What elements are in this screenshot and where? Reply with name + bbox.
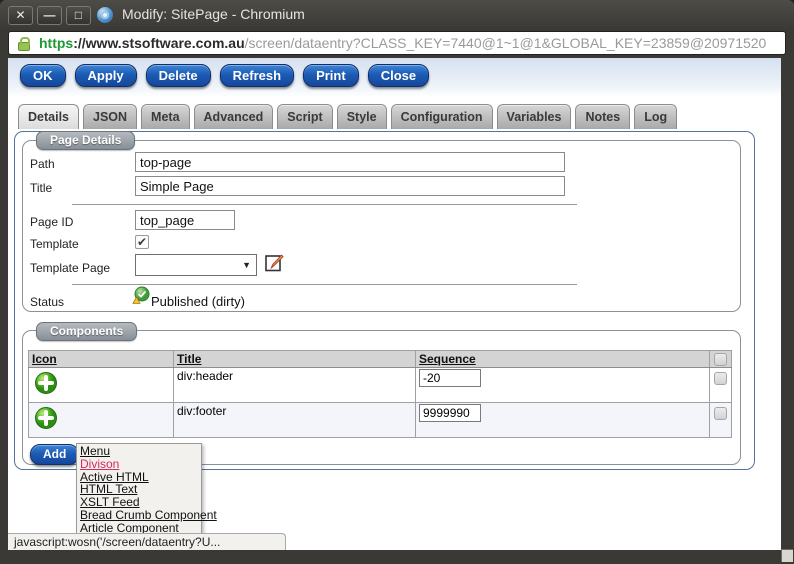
- ok-button[interactable]: OK: [20, 64, 66, 87]
- menu-item-bread-crumb-component[interactable]: Bread Crumb Component: [77, 509, 201, 522]
- table-row: div:footer: [29, 403, 732, 438]
- add-component-icon[interactable]: [34, 406, 170, 430]
- url-path: /screen/dataentry?CLASS_KEY=7440@1~1@1&G…: [245, 35, 767, 51]
- url-text: https://www.stsoftware.com.au/screen/dat…: [39, 35, 766, 51]
- titlebar: ✕ — □ Modify: SitePage - Chromium: [0, 0, 794, 30]
- window-title: Modify: SitePage - Chromium: [122, 6, 305, 22]
- close-button[interactable]: Close: [368, 64, 429, 87]
- sequence-input[interactable]: [419, 404, 481, 422]
- tab-script[interactable]: Script: [277, 104, 332, 129]
- add-button[interactable]: Add: [30, 444, 79, 465]
- sequence-column-header[interactable]: Sequence: [419, 352, 476, 366]
- template-page-select[interactable]: ▼: [135, 254, 257, 276]
- tab-json[interactable]: JSON: [83, 104, 137, 129]
- published-status-icon: [132, 286, 151, 305]
- path-input[interactable]: [135, 152, 565, 172]
- table-header-row: Icon Title Sequence: [29, 351, 732, 368]
- select-all-checkbox[interactable]: [714, 353, 727, 366]
- add-component-icon[interactable]: [34, 371, 170, 395]
- title-label: Title: [30, 181, 52, 195]
- add-dropdown-menu: Menu Divison Active HTML HTML Text XSLT …: [76, 443, 202, 538]
- page-id-input[interactable]: [135, 210, 235, 230]
- chromium-icon: [97, 7, 113, 23]
- window-minimize-button[interactable]: —: [37, 6, 62, 25]
- page-content: OK Apply Delete Refresh Print Close Deta…: [8, 58, 781, 550]
- menu-item-divison[interactable]: Divison: [77, 458, 201, 471]
- address-bar[interactable]: https://www.stsoftware.com.au/screen/dat…: [8, 31, 786, 55]
- title-column-header[interactable]: Title: [177, 352, 201, 366]
- tab-style[interactable]: Style: [337, 104, 387, 129]
- path-label: Path: [30, 157, 55, 171]
- tab-details[interactable]: Details: [18, 104, 79, 129]
- status-bar-link-preview: javascript:wosn('/screen/dataentry?U...: [8, 533, 286, 550]
- row-checkbox[interactable]: [714, 407, 727, 420]
- tab-bar: Details JSON Meta Advanced Script Style …: [18, 104, 677, 129]
- url-host: ://www.stsoftware.com.au: [73, 35, 244, 51]
- component-title: div:footer: [174, 403, 416, 438]
- tab-advanced[interactable]: Advanced: [194, 104, 274, 129]
- address-bar-row: https://www.stsoftware.com.au/screen/dat…: [0, 30, 794, 58]
- template-label: Template: [30, 237, 79, 251]
- delete-button[interactable]: Delete: [146, 64, 211, 87]
- menu-item-menu[interactable]: Menu: [77, 445, 201, 458]
- title-input[interactable]: [135, 176, 565, 196]
- resize-grip[interactable]: [781, 549, 793, 562]
- template-page-label: Template Page: [30, 261, 110, 275]
- separator: [72, 204, 577, 205]
- tab-notes[interactable]: Notes: [575, 104, 630, 129]
- apply-button[interactable]: Apply: [75, 64, 137, 87]
- browser-window: ✕ — □ Modify: SitePage - Chromium https:…: [0, 0, 794, 564]
- ssl-lock-icon: [18, 42, 30, 51]
- status-label: Status: [30, 295, 64, 309]
- components-legend: Components: [36, 322, 137, 341]
- action-toolbar: OK Apply Delete Refresh Print Close: [20, 64, 429, 87]
- chevron-down-icon: ▼: [242, 260, 251, 270]
- separator: [72, 284, 577, 285]
- component-title: div:header: [174, 368, 416, 403]
- print-button[interactable]: Print: [303, 64, 359, 87]
- row-checkbox[interactable]: [714, 372, 727, 385]
- page-id-label: Page ID: [30, 215, 73, 229]
- sequence-input[interactable]: [419, 369, 481, 387]
- icon-column-header[interactable]: Icon: [32, 352, 57, 366]
- window-maximize-button[interactable]: □: [66, 6, 91, 25]
- template-checkbox[interactable]: ✔: [135, 235, 149, 249]
- status-value: Published (dirty): [151, 294, 245, 309]
- refresh-button[interactable]: Refresh: [220, 64, 294, 87]
- table-row: div:header: [29, 368, 732, 403]
- window-close-button[interactable]: ✕: [8, 6, 33, 25]
- url-scheme: https: [39, 35, 73, 51]
- tab-variables[interactable]: Variables: [497, 104, 572, 129]
- tab-log[interactable]: Log: [634, 104, 677, 129]
- components-table: Icon Title Sequence div:header: [28, 350, 732, 438]
- edit-icon[interactable]: [264, 253, 284, 273]
- tab-configuration[interactable]: Configuration: [391, 104, 493, 129]
- tab-meta[interactable]: Meta: [141, 104, 189, 129]
- page-details-legend: Page Details: [36, 131, 135, 150]
